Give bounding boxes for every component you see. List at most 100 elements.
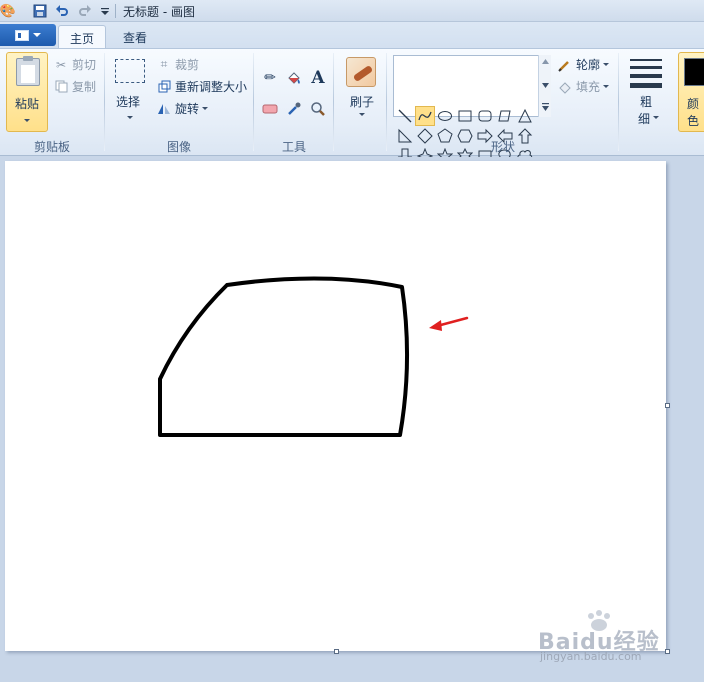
save-icon[interactable] [32, 3, 48, 19]
pentagon-shape-icon[interactable] [435, 126, 455, 146]
paste-button[interactable]: 粘贴 [6, 52, 48, 132]
rotate-label: 旋转 [175, 102, 200, 116]
image-group-label: 图像 [166, 140, 191, 154]
outline-dropdown-arrow [603, 63, 610, 66]
cut-label: 剪切 [72, 58, 97, 72]
size-label-2: 细 [637, 112, 650, 126]
right-triangle-shape-icon[interactable] [395, 126, 415, 146]
resize-icon [156, 79, 172, 95]
text-tool-icon[interactable]: A [307, 67, 329, 89]
tools-group-label: 工具 [281, 140, 306, 154]
crop-label: 裁剪 [175, 58, 200, 72]
ribbon-separator [386, 53, 387, 151]
ribbon: 粘贴 ✂ 剪切 复制 剪贴板 选择 ⌗ 裁剪 重新调整大小 旋转 图像 ✏ A … [0, 48, 704, 164]
size-label-1: 粗 [639, 95, 652, 109]
line-shape-icon[interactable] [395, 106, 415, 126]
ribbon-separator [253, 53, 254, 151]
fill-icon [557, 79, 573, 95]
ribbon-separator [333, 53, 334, 151]
red-arrow [435, 316, 469, 328]
outline-button[interactable]: 轮廓 [557, 56, 610, 73]
eraser-icon[interactable] [259, 98, 281, 120]
paste-dropdown-arrow [24, 119, 30, 122]
size-dropdown-arrow [653, 116, 659, 119]
rotate-dropdown-arrow [202, 107, 209, 110]
brush-label: 刷子 [349, 95, 374, 109]
resize-handle-right[interactable] [665, 403, 670, 408]
document-icon [15, 29, 29, 41]
select-dropdown-arrow[interactable] [127, 116, 133, 119]
color1-label-2: 色 [687, 114, 700, 128]
ribbon-separator [104, 53, 105, 151]
scroll-up-icon [542, 59, 549, 64]
color1-label-1: 颜 [687, 97, 700, 111]
fill-dropdown-arrow [603, 85, 610, 88]
fill-button[interactable]: 填充 [557, 78, 610, 95]
pencil-icon[interactable]: ✏ [259, 67, 281, 89]
clipboard-group-label: 剪贴板 [33, 140, 70, 154]
chevron-down-icon [33, 33, 41, 37]
scroll-down-icon [542, 83, 549, 88]
brush-icon [346, 57, 376, 87]
tab-view[interactable]: 查看 [112, 25, 158, 48]
fill-label: 填充 [576, 80, 601, 94]
gallery-expand-icon [542, 103, 549, 111]
outline-pen-icon [557, 57, 573, 73]
color1-swatch [684, 58, 704, 86]
brush-button[interactable]: 刷子 [342, 55, 382, 133]
select-icon[interactable] [115, 59, 145, 83]
gallery-scrollbar[interactable] [538, 55, 551, 117]
size-line [630, 66, 662, 69]
paint-app-icon[interactable]: 🎨 [0, 3, 16, 19]
rounded-rect-shape-icon[interactable] [475, 106, 495, 126]
resize-label: 重新调整大小 [175, 80, 248, 94]
brush-dropdown-arrow [359, 113, 365, 116]
rectangle-shape-icon[interactable] [455, 106, 475, 126]
size-line [630, 74, 662, 78]
polygon-shape-icon[interactable] [495, 106, 515, 126]
crop-button[interactable]: ⌗ 裁剪 [156, 56, 199, 73]
ribbon-tab-row: 主页 查看 [0, 22, 704, 48]
fill-bucket-icon[interactable] [283, 67, 305, 89]
select-button[interactable]: 选择 [116, 93, 140, 110]
resize-handle-bottom[interactable] [334, 649, 339, 654]
drawing-canvas[interactable] [5, 161, 666, 651]
copy-label: 复制 [72, 80, 97, 94]
select-label: 选择 [116, 95, 141, 109]
title-separator [115, 4, 116, 18]
scissors-icon: ✂ [55, 57, 67, 72]
shapes-group-label: 形状 [490, 140, 515, 154]
window-title: 无标题 - 画图 [123, 5, 195, 19]
color1-button[interactable]: 颜 色 [678, 52, 704, 132]
paste-label: 粘贴 [14, 97, 39, 111]
size-line [630, 83, 662, 88]
drawn-shape [158, 276, 410, 437]
size-line [630, 59, 662, 61]
title-bar: 🎨 无标题 - 画图 [0, 0, 704, 22]
customize-toolbar-icon[interactable] [97, 3, 113, 19]
color-picker-icon[interactable] [283, 98, 305, 120]
cut-button[interactable]: ✂ 剪切 [53, 56, 96, 73]
magnifier-icon[interactable] [307, 98, 329, 120]
tab-home[interactable]: 主页 [58, 25, 106, 48]
redo-icon[interactable] [77, 3, 93, 19]
baidu-watermark: Baidu经验 jingyan.baidu.com [538, 610, 678, 670]
rotate-icon [156, 101, 172, 117]
rotate-button[interactable]: 旋转 [156, 100, 209, 117]
copy-icon [53, 79, 69, 95]
copy-button[interactable]: 复制 [53, 78, 96, 95]
resize-button[interactable]: 重新调整大小 [156, 78, 247, 95]
curve-shape-icon[interactable] [415, 106, 435, 126]
undo-icon[interactable] [54, 3, 70, 19]
diamond-shape-icon[interactable] [415, 126, 435, 146]
app-menu-button[interactable] [0, 24, 56, 46]
oval-shape-icon[interactable] [435, 106, 455, 126]
ribbon-separator [618, 53, 619, 151]
watermark-site: jingyan.baidu.com [540, 650, 642, 663]
triangle-shape-icon[interactable] [515, 106, 535, 126]
red-arrow-head [429, 320, 442, 331]
drawing-layer [158, 276, 469, 437]
size-button[interactable]: 粗 细 [622, 55, 670, 133]
crop-icon: ⌗ [160, 57, 168, 71]
outline-label: 轮廓 [576, 58, 601, 72]
